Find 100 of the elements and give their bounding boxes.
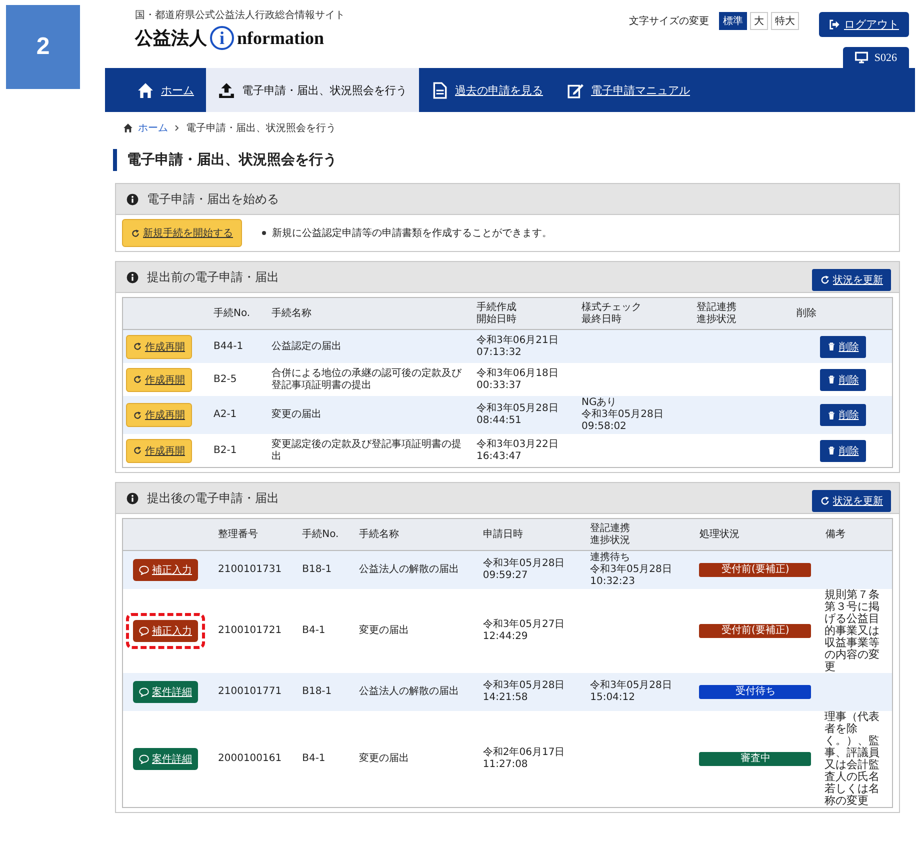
home-icon [123,123,133,133]
refresh-icon [133,410,142,420]
nav-tab[interactable]: ホーム [125,68,206,112]
table-cell: 変更認定後の定款及び登記事項証明書の提出 [272,438,462,462]
comment-icon [139,565,149,575]
table-cell-text: 令和3年05月28日 [590,564,673,576]
table-cell-text: 令和3年05月28日 [476,403,560,415]
site-caption: 国・都道府県公式公益法人行政総合情報サイト [135,8,345,22]
nav-tab[interactable]: 電子申請・届出、状況照会を行う [206,68,419,112]
trash-icon [826,446,836,455]
table-cell: 2100101721 [218,625,282,636]
font-size-option[interactable]: 標準 [719,12,747,30]
info-icon [126,492,139,504]
delete-button[interactable]: 削除 [820,336,866,358]
column-header: 削除 [796,308,818,320]
correction-button[interactable]: 補正入力 [133,620,198,642]
table-cell-text: 令和3年06月21日 [476,334,560,346]
table-cell: B18-1 [302,564,332,575]
table-cell: 変更の届出 [358,625,409,636]
table-cell-text: 10:32:23 [590,576,636,588]
trash-icon [826,342,836,351]
delete-button[interactable]: 削除 [820,440,866,462]
table-cell-text: 連携待ち [590,552,632,564]
trash-icon [826,375,836,384]
table-cell-text: 09:59:27 [482,570,529,582]
column-header: 手続No. [302,528,340,540]
status-badge: 審査中 [699,752,812,766]
panel-title: 電子申請・届出を始める [147,190,279,208]
logo-text: 公益法人 [135,27,207,50]
column-header: 手続名称 [272,308,312,320]
bullet-icon [262,231,266,235]
table-cell-text: 令和3年05月28日 [482,558,566,570]
table-cell-text: 09:58:02 [582,421,628,433]
table-cell-text: 令和3年05月28日 [582,409,664,421]
table-cell-text: 11:27:08 [482,759,529,771]
home-icon [137,82,154,98]
column-header: 開始日時 [476,314,518,325]
column-header: 備考 [826,528,847,540]
breadcrumb-link[interactable]: ホーム [138,121,168,135]
column-header: 進捗状況 [696,314,738,325]
detail-button[interactable]: 案件詳細 [133,681,198,703]
table-cell-text: 令和3年03月22日 [476,438,560,450]
info-icon [126,192,139,206]
column-header: 最終日時 [582,314,622,325]
comment-icon [139,626,149,636]
logout-icon [829,19,840,30]
table-cell: 変更の届出 [358,753,409,764]
table-cell: B4-1 [302,753,326,764]
table-cell-text: 令和3年06月18日 [476,368,560,380]
remarks-text: 理事（代表者を除く。）、監事、評議員又は会計監査人の氏名若しくは名称の変更 [824,710,880,807]
font-size-option[interactable]: 大 [750,12,768,30]
table-cell-text: 07:13:32 [476,346,522,358]
column-header: 申請日時 [482,528,524,540]
resume-button[interactable]: 作成再開 [126,368,192,392]
table-cell-text: 15:04:12 [590,692,636,704]
info-icon [126,270,139,284]
column-header: 様式チェック [582,302,642,314]
nav-tab[interactable]: 電子申請マニュアル [555,68,702,112]
detail-button[interactable]: 案件詳細 [133,748,198,770]
logout-button[interactable]: ログアウト [819,12,909,37]
correction-button[interactable]: 補正入力 [133,559,198,581]
upload-icon [218,82,235,98]
table-cell: 変更の届出 [272,409,322,420]
table-cell: B44-1 [214,340,244,352]
panel-title: 提出前の電子申請・届出 [147,268,279,286]
table-cell-text: 令和3年05月27日 [482,619,566,631]
table-cell-text: 令和3年05月28日 [590,680,673,692]
column-header: 手続作成 [476,302,518,314]
table-cell-text: 16:43:47 [476,450,522,462]
status-badge: 受付前(要補正) [699,624,812,638]
table-cell-text: 08:44:51 [476,415,522,427]
delete-button[interactable]: 削除 [820,368,866,390]
table-cell: 公益法人の解散の届出 [358,564,459,575]
resume-button[interactable]: 作成再開 [126,403,192,427]
column-header: 進捗状況 [590,534,632,546]
resume-button[interactable]: 作成再開 [126,438,192,462]
edit-icon [567,82,584,98]
info-text: 新規に公益認定申請等の申請書類を作成することができます。 [272,226,552,240]
table-cell-text: 00:33:37 [476,380,522,392]
table-cell: 公益法人の解散の届出 [358,686,459,697]
font-size-option[interactable]: 特大 [771,12,799,30]
table-cell: 合併による地位の承継の認可後の定款及び登記事項証明書の提出 [272,368,462,390]
table-cell: 2100101731 [218,564,282,575]
resume-button[interactable]: 作成再開 [126,334,192,358]
delete-button[interactable]: 削除 [820,404,866,426]
table-cell-text: 14:21:58 [482,692,529,704]
document-icon [431,82,448,98]
column-header: 手続No. [214,308,252,320]
column-header: 手続名称 [358,528,400,540]
column-header: 整理番号 [218,528,259,540]
refresh-icon [820,275,830,285]
table-cell-text: 令和2年06月17日 [482,747,566,759]
logo-mark: i [210,26,234,50]
refresh-icon [131,228,140,238]
chevron-icon [173,124,181,132]
table-cell-text: NGあり [582,397,618,408]
column-header: 登記連携 [696,302,738,314]
breadcrumb-current: 電子申請・届出、状況照会を行う [186,122,336,135]
font-size-label: 文字サイズの変更 [629,14,709,28]
table-cell: 2100101771 [218,686,282,697]
